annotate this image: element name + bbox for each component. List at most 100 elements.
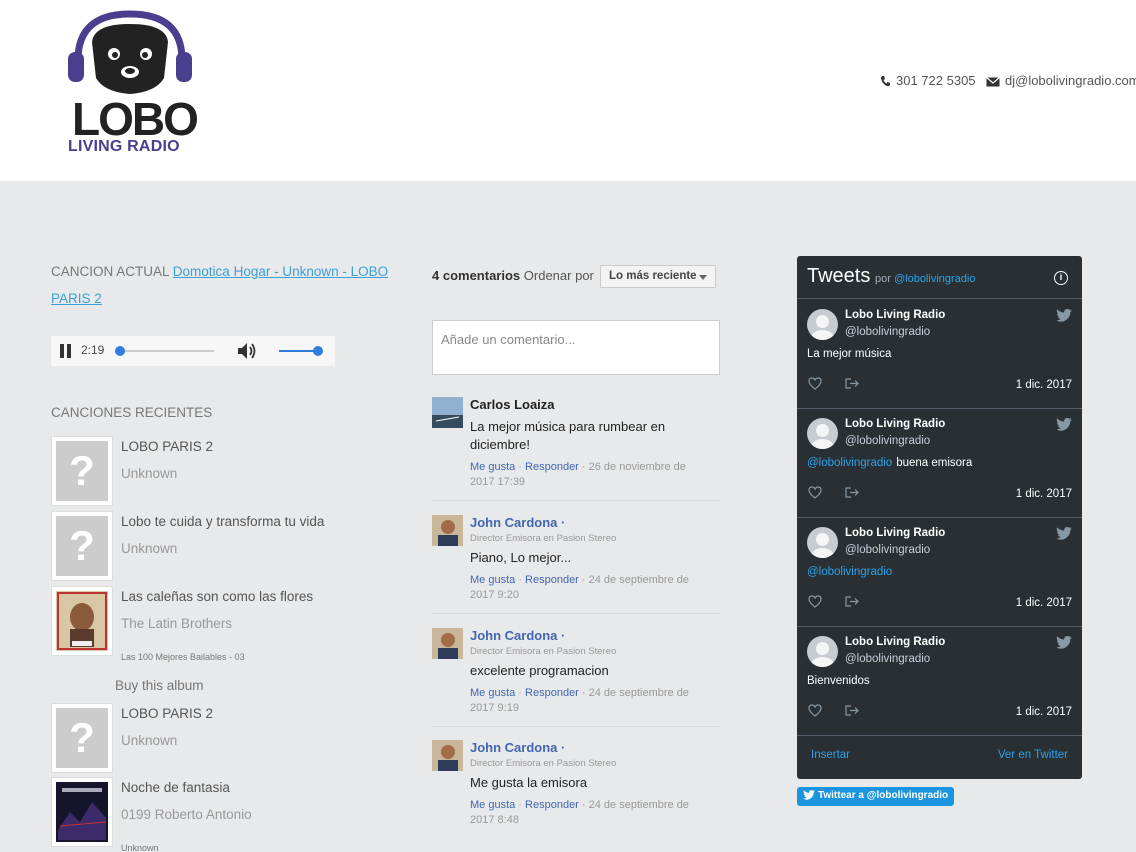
- album-thumbnail: ?: [51, 703, 113, 773]
- song-artist: Unknown: [121, 466, 178, 481]
- tweet-date[interactable]: 1 dic. 2017: [1016, 379, 1072, 391]
- tweet-author[interactable]: Lobo Living Radio: [845, 636, 945, 648]
- seek-bar[interactable]: [119, 350, 214, 352]
- volume-handle[interactable]: [313, 346, 323, 356]
- mention-link[interactable]: @lobolivingradio: [807, 566, 892, 578]
- tweet[interactable]: Lobo Living Radio @lobolivingradio Bienv…: [797, 626, 1082, 736]
- tweet-handle[interactable]: @lobolivingradio: [845, 435, 930, 447]
- song-album: Unknown: [121, 843, 159, 852]
- divider: [432, 613, 720, 614]
- album-cover-image: [56, 591, 108, 651]
- album-thumbnail: ?: [51, 511, 113, 581]
- comment-author[interactable]: John Cardona ·: [470, 628, 565, 643]
- avatar[interactable]: [807, 527, 838, 558]
- twitter-bird-icon[interactable]: [1056, 418, 1072, 431]
- tweet-date[interactable]: 1 dic. 2017: [1016, 597, 1072, 609]
- site-header: LOBO LIVING RADIO 301 722 5305 dj@loboli…: [0, 0, 1136, 181]
- tweet-to-button[interactable]: Twittear a @lobolivingradio: [797, 787, 955, 806]
- heart-icon[interactable]: [808, 704, 822, 717]
- avatar[interactable]: [807, 309, 838, 340]
- song-artist: Unknown: [121, 733, 178, 748]
- comments-header: 4 comentarios Ordenar por: [432, 268, 594, 283]
- volume-icon[interactable]: [237, 342, 257, 360]
- avatar[interactable]: [432, 628, 463, 659]
- twitter-bird-icon[interactable]: [1056, 527, 1072, 540]
- audio-player: 2:19: [51, 336, 335, 366]
- song-title: Las caleñas son como las flores: [121, 589, 314, 604]
- song-title: Noche de fantasia: [121, 780, 230, 795]
- comment-author[interactable]: John Cardona ·: [470, 740, 565, 755]
- comment-meta: Me gusta · Responder · 24 de septiembre …: [470, 574, 689, 601]
- share-icon[interactable]: [845, 377, 859, 390]
- song-artist: 0199 Roberto Antonio: [121, 807, 252, 822]
- comment-author-role: Director Emisora en Pasion Stereo: [470, 758, 617, 769]
- reply-link[interactable]: Responder: [525, 574, 579, 586]
- tweet-handle[interactable]: @lobolivingradio: [845, 653, 930, 665]
- reply-link[interactable]: Responder: [525, 461, 579, 473]
- logo[interactable]: LOBO LIVING RADIO: [64, 8, 199, 158]
- like-link[interactable]: Me gusta: [470, 461, 515, 473]
- logo-word: LOBO: [72, 93, 199, 145]
- view-on-twitter-link[interactable]: Ver en Twitter: [998, 749, 1068, 761]
- tweet-text: La mejor música: [807, 348, 892, 360]
- reply-link[interactable]: Responder: [525, 687, 579, 699]
- share-icon[interactable]: [845, 486, 859, 499]
- comment-input[interactable]: Añade un comentario...: [432, 320, 720, 375]
- album-thumbnail: [51, 586, 113, 656]
- avatar[interactable]: [432, 397, 463, 428]
- player-time: 2:19: [81, 343, 105, 357]
- question-mark-icon: ?: [56, 441, 108, 501]
- insert-link[interactable]: Insertar: [811, 749, 850, 761]
- avatar[interactable]: [432, 515, 463, 546]
- envelope-icon: [986, 77, 1000, 87]
- avatar[interactable]: [432, 740, 463, 771]
- song-album: Las 100 Mejores Bailables - 03: [121, 652, 245, 662]
- tweet-handle[interactable]: @lobolivingradio: [845, 544, 930, 556]
- twitter-byline: por @lobolivingradio: [875, 273, 976, 285]
- twitter-bird-icon[interactable]: [1056, 636, 1072, 649]
- email-address: dj@lobolivingradio.com: [1005, 73, 1136, 88]
- phone-contact[interactable]: 301 722 5305: [880, 73, 976, 88]
- tweet-author[interactable]: Lobo Living Radio: [845, 527, 945, 539]
- logo-subtitle: LIVING RADIO: [68, 138, 180, 155]
- info-icon[interactable]: i: [1054, 271, 1068, 285]
- tweet-author[interactable]: Lobo Living Radio: [845, 418, 945, 430]
- like-link[interactable]: Me gusta: [470, 687, 515, 699]
- twitter-handle-link[interactable]: @lobolivingradio: [894, 273, 976, 285]
- twitter-timeline: Tweets por @lobolivingradio i Lobo Livin…: [797, 256, 1082, 779]
- reply-link[interactable]: Responder: [525, 799, 579, 811]
- like-link[interactable]: Me gusta: [470, 574, 515, 586]
- sort-label: Ordenar por: [523, 268, 594, 283]
- song-title: LOBO PARIS 2: [121, 706, 214, 721]
- share-icon[interactable]: [845, 595, 859, 608]
- tweet-text: Bienvenidos: [807, 675, 870, 687]
- tweet[interactable]: Lobo Living Radio @lobolivingradio La me…: [797, 299, 1082, 409]
- like-link[interactable]: Me gusta: [470, 799, 515, 811]
- heart-icon[interactable]: [808, 377, 822, 390]
- tweet-author[interactable]: Lobo Living Radio: [845, 309, 945, 321]
- phone-icon: [881, 76, 890, 87]
- twitter-bird-icon[interactable]: [1056, 309, 1072, 322]
- album-cover-image: [56, 782, 108, 842]
- mention-link[interactable]: @lobolivingradio: [807, 457, 892, 469]
- sort-dropdown[interactable]: Lo más reciente: [600, 265, 716, 288]
- divider: [432, 726, 720, 727]
- tweet-handle[interactable]: @lobolivingradio: [845, 326, 930, 338]
- avatar[interactable]: [807, 636, 838, 667]
- buy-album-link[interactable]: Buy this album: [115, 678, 204, 693]
- avatar[interactable]: [807, 418, 838, 449]
- heart-icon[interactable]: [808, 486, 822, 499]
- comment-text: La mejor música para rumbear en diciembr…: [470, 419, 666, 452]
- tweet[interactable]: Lobo Living Radio @lobolivingradio @lobo…: [797, 408, 1082, 518]
- seek-handle[interactable]: [115, 346, 125, 356]
- email-contact[interactable]: dj@lobolivingradio.com: [986, 73, 1136, 88]
- now-playing-label: CANCION ACTUAL: [51, 264, 170, 279]
- heart-icon[interactable]: [808, 595, 822, 608]
- tweet[interactable]: Lobo Living Radio @lobolivingradio @lobo…: [797, 517, 1082, 627]
- comment-author[interactable]: Carlos Loaiza: [470, 397, 555, 412]
- tweet-date[interactable]: 1 dic. 2017: [1016, 706, 1072, 718]
- pause-icon[interactable]: [60, 344, 72, 358]
- comment-author[interactable]: John Cardona ·: [470, 515, 565, 530]
- share-icon[interactable]: [845, 704, 859, 717]
- tweet-date[interactable]: 1 dic. 2017: [1016, 488, 1072, 500]
